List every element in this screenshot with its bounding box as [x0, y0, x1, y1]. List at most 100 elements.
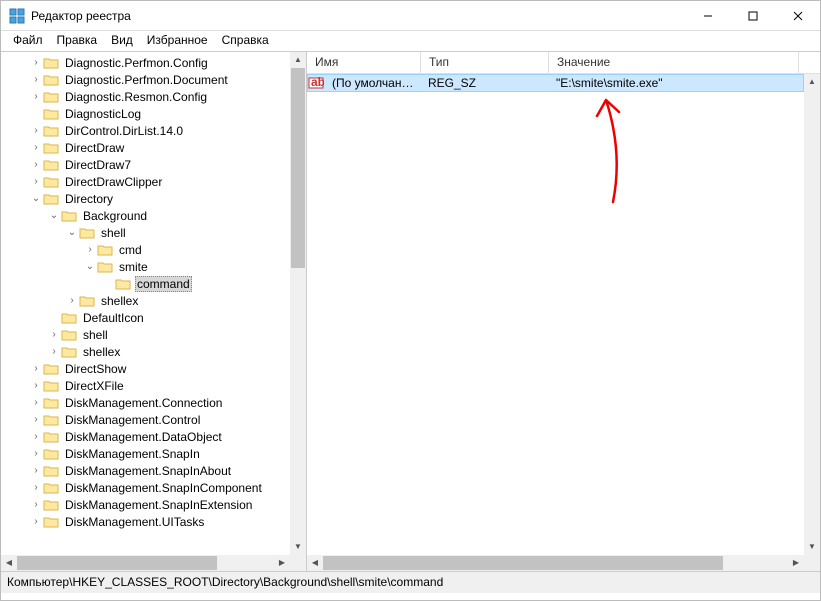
- expander-icon[interactable]: ›: [65, 295, 79, 306]
- tree-item[interactable]: ›DiskManagement.Control: [1, 411, 290, 428]
- tree-scroll[interactable]: ›Diagnostic.Perfmon.Config›Diagnostic.Pe…: [1, 52, 290, 555]
- expander-icon[interactable]: ›: [83, 244, 97, 255]
- scroll-down-icon[interactable]: ▼: [290, 539, 306, 555]
- folder-icon: [43, 481, 59, 495]
- menu-favorites[interactable]: Избранное: [141, 31, 214, 49]
- scroll-down-icon[interactable]: ▼: [804, 539, 820, 555]
- column-name[interactable]: Имя: [307, 52, 421, 73]
- expander-icon[interactable]: ›: [29, 516, 43, 527]
- list-row[interactable]: ab(По умолчанию)REG_SZ"E:\smite\smite.ex…: [307, 74, 804, 92]
- expander-icon[interactable]: ›: [29, 397, 43, 408]
- tree-item[interactable]: › DiskManagement.SnapIn: [1, 445, 290, 462]
- tree-item[interactable]: › DiskManagement.DataObject: [1, 428, 290, 445]
- scroll-left-icon[interactable]: ◀: [307, 555, 323, 571]
- expander-icon[interactable]: ›: [29, 380, 43, 391]
- tree-item[interactable]: ›cmd: [1, 241, 290, 258]
- expander-icon[interactable]: ⌄: [65, 227, 79, 238]
- tree-item-label: command: [135, 276, 192, 292]
- expander-icon[interactable]: ⌄: [83, 261, 97, 272]
- scroll-left-icon[interactable]: ◀: [1, 555, 17, 571]
- menu-view[interactable]: Вид: [105, 31, 139, 49]
- tree-item[interactable]: ›DiskManagement.SnapInExtension: [1, 496, 290, 513]
- tree-item[interactable]: ›DiskManagement.Connection: [1, 394, 290, 411]
- folder-icon: [43, 192, 59, 206]
- expander-icon[interactable]: ›: [29, 414, 43, 425]
- tree-item-label: DiskManagement.SnapIn: [63, 447, 202, 461]
- tree-item[interactable]: ›DiskManagement.UITasks: [1, 513, 290, 530]
- expander-icon[interactable]: ›: [29, 91, 43, 102]
- scroll-right-icon[interactable]: ▶: [274, 555, 290, 571]
- expander-icon[interactable]: ›: [29, 363, 43, 374]
- tree-item[interactable]: ›DirectDrawClipper: [1, 173, 290, 190]
- tree-item[interactable]: ›DirectShow: [1, 360, 290, 377]
- expander-icon[interactable]: ›: [29, 499, 43, 510]
- scroll-right-icon[interactable]: ▶: [788, 555, 804, 571]
- column-value[interactable]: Значение: [549, 52, 799, 73]
- expander-icon[interactable]: ⌄: [29, 193, 43, 204]
- expander-icon[interactable]: ›: [29, 142, 43, 153]
- expander-icon[interactable]: ›: [29, 74, 43, 85]
- tree-item[interactable]: ⌄Directory: [1, 190, 290, 207]
- tree-item[interactable]: ›DirectDraw: [1, 139, 290, 156]
- tree-item-label: Diagnostic.Resmon.Config: [63, 90, 209, 104]
- expander-icon[interactable]: ›: [29, 125, 43, 136]
- minimize-button[interactable]: [685, 1, 730, 30]
- list-header: Имя Тип Значение: [307, 52, 820, 74]
- close-button[interactable]: [775, 1, 820, 30]
- tree-item[interactable]: DefaultIcon: [1, 309, 290, 326]
- menu-edit[interactable]: Правка: [51, 31, 104, 49]
- expander-icon[interactable]: ›: [47, 329, 61, 340]
- tree-item[interactable]: ›DirectDraw7: [1, 156, 290, 173]
- tree-item[interactable]: › Diagnostic.Resmon.Config: [1, 88, 290, 105]
- expander-icon[interactable]: ›: [29, 57, 43, 68]
- window-title: Редактор реестра: [31, 9, 685, 23]
- tree-item[interactable]: ›shellex: [1, 343, 290, 360]
- maximize-button[interactable]: [730, 1, 775, 30]
- svg-text:ab: ab: [311, 76, 324, 89]
- scroll-thumb[interactable]: [291, 68, 305, 268]
- folder-icon: [61, 345, 77, 359]
- tree-item[interactable]: ⌄ Background: [1, 207, 290, 224]
- tree-item[interactable]: ⌄shell: [1, 224, 290, 241]
- tree-item[interactable]: ›shellex: [1, 292, 290, 309]
- expander-icon[interactable]: ›: [29, 159, 43, 170]
- tree-item[interactable]: ›shell: [1, 326, 290, 343]
- column-type[interactable]: Тип: [421, 52, 549, 73]
- tree-horizontal-scrollbar[interactable]: ◀ ▶: [1, 555, 290, 571]
- menu-file[interactable]: Файл: [7, 31, 49, 49]
- expander-icon[interactable]: ›: [29, 465, 43, 476]
- tree-item[interactable]: ›Diagnostic.Perfmon.Config: [1, 54, 290, 71]
- list-horizontal-scrollbar[interactable]: ◀ ▶: [307, 555, 804, 571]
- tree-item-label: DiskManagement.DataObject: [63, 430, 224, 444]
- string-value-icon: ab: [308, 76, 324, 90]
- scroll-thumb[interactable]: [17, 556, 217, 570]
- scroll-up-icon[interactable]: ▲: [290, 52, 306, 68]
- folder-icon: [43, 362, 59, 376]
- tree-item-label: Background: [81, 209, 149, 223]
- scroll-up-icon[interactable]: ▲: [804, 74, 820, 90]
- tree-item[interactable]: ›Diagnostic.Perfmon.Document: [1, 71, 290, 88]
- expander-icon[interactable]: ›: [29, 431, 43, 442]
- list-vertical-scrollbar[interactable]: ▲ ▼: [804, 74, 820, 555]
- folder-icon: [61, 209, 77, 223]
- folder-icon: [43, 379, 59, 393]
- expander-icon[interactable]: ›: [47, 346, 61, 357]
- tree-item[interactable]: DiagnosticLog: [1, 105, 290, 122]
- tree-item[interactable]: ⌄smite: [1, 258, 290, 275]
- tree-item[interactable]: ›DiskManagement.SnapInAbout: [1, 462, 290, 479]
- expander-icon[interactable]: ›: [29, 448, 43, 459]
- menu-help[interactable]: Справка: [216, 31, 275, 49]
- tree-item[interactable]: command: [1, 275, 290, 292]
- tree-item[interactable]: ›DirectXFile: [1, 377, 290, 394]
- folder-icon: [43, 447, 59, 461]
- tree-item[interactable]: ›DirControl.DirList.14.0: [1, 122, 290, 139]
- expander-icon[interactable]: ⌄: [47, 210, 61, 221]
- folder-icon: [43, 158, 59, 172]
- tree-item[interactable]: ›DiskManagement.SnapInComponent: [1, 479, 290, 496]
- scroll-thumb[interactable]: [323, 556, 723, 570]
- folder-icon: [43, 464, 59, 478]
- expander-icon[interactable]: ›: [29, 482, 43, 493]
- expander-icon[interactable]: ›: [29, 176, 43, 187]
- tree-vertical-scrollbar[interactable]: ▲ ▼: [290, 52, 306, 555]
- cell-type: REG_SZ: [422, 76, 550, 90]
